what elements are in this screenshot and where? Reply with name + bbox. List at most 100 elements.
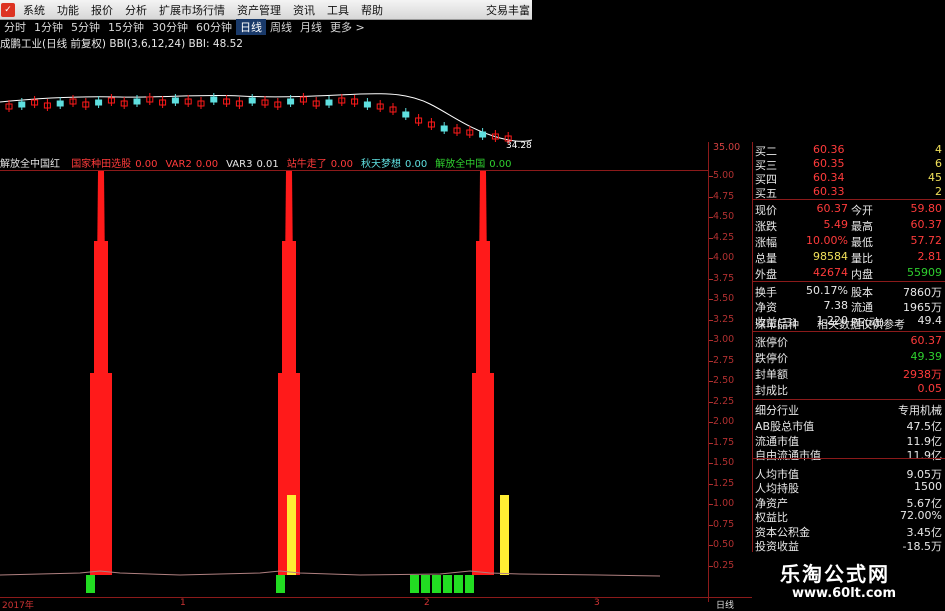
stats-value: 59.80	[910, 202, 943, 215]
menu-item-news[interactable]: 资讯	[287, 2, 321, 18]
fundamental-row: 自由流通市值 11.9亿	[753, 446, 944, 462]
indicator-value-label: VAR2	[165, 159, 192, 170]
order-volume: 4	[935, 143, 942, 156]
axis-tick-label: 4.00	[713, 252, 735, 263]
menu-item-tools[interactable]: 工具	[321, 2, 355, 18]
signal-bar-yellow	[500, 495, 509, 575]
order-price: 60.35	[813, 157, 845, 170]
period-tab-daily[interactable]: 日线	[236, 18, 266, 35]
signal-bar-yellow	[287, 495, 296, 575]
axis-tick-label: 2.75	[713, 354, 735, 366]
candle-body	[440, 125, 448, 132]
axis-tick-label: 2.00	[713, 416, 735, 427]
fundamental-label: 自由流通市值	[755, 449, 821, 462]
stock-title: 成鹏工业(日线 前复权)	[0, 38, 107, 50]
menu-item-extended-market[interactable]: 扩展市场行情	[153, 2, 231, 18]
candle-body	[133, 98, 141, 105]
menu-item-system[interactable]: 系统	[17, 2, 51, 18]
signal-bar-green	[86, 575, 95, 593]
candle-body	[363, 101, 371, 108]
limit-row: 跌停价 49.39	[753, 349, 944, 365]
limit-label: 封成比	[755, 384, 788, 397]
bbi-line	[0, 93, 532, 142]
fundamental-value: 72.00%	[900, 509, 942, 522]
industry-label: 细分行业	[755, 404, 799, 417]
candle-body	[18, 101, 26, 108]
stats-row: 现价 60.37 今开 59.80	[753, 201, 944, 217]
market-note: 相关数据仅供参考	[817, 318, 905, 331]
stats-label: 最低	[851, 236, 873, 249]
date-mark-1: 1	[180, 598, 186, 608]
indicator-value-number: 0.00	[489, 159, 512, 170]
stats-label: 最高	[851, 220, 873, 233]
menu-item-trade[interactable]: 交易丰富	[486, 2, 532, 18]
period-tab-60min[interactable]: 60分钟	[192, 19, 236, 35]
period-tab-15min[interactable]: 15分钟	[104, 19, 148, 35]
candle-body	[325, 99, 333, 106]
stats-label: 涨跌	[755, 220, 777, 233]
stats-row: 外盘 42674 内盘 55909	[753, 265, 944, 281]
indicator-header: 解放全中国红 国家种田选股 0.00 VAR2 0.00 VAR3 0.01 站牛走了 0.0…	[0, 155, 708, 171]
axis-tick-label: 3.50	[713, 293, 735, 304]
limit-label: 跌停价	[755, 352, 788, 365]
indicator-value-5: 解放全中国 0.00	[435, 159, 511, 170]
period-bar: 分时 1分钟 5分钟 15分钟 30分钟 60分钟 日线 周线 月线 更多 >	[0, 18, 532, 35]
candle-body	[402, 111, 410, 118]
indicator-value-number: 0.01	[256, 159, 279, 170]
stats-value: 2.81	[917, 250, 943, 263]
menu-item-quote[interactable]: 报价	[85, 2, 119, 18]
stats2-value: 50.17%	[806, 284, 848, 297]
menu-item-analysis[interactable]: 分析	[119, 2, 153, 18]
limit-value: 60.37	[910, 334, 943, 347]
stats-value: 42674	[813, 266, 848, 279]
indicator-value-label: 站牛走了	[286, 159, 327, 170]
candle-body	[210, 96, 218, 103]
indicator-value-label: 解放全中国	[435, 159, 486, 170]
indicator-value-1: VAR2 0.00	[165, 159, 218, 170]
menu-item-asset-management[interactable]: 资产管理	[231, 2, 287, 18]
axis-tick-label: 4.50	[713, 211, 735, 222]
value-axis: 35.00 5.00 4.75 4.50 4.25 4.00 3.75 3.50 3.25 3.…	[708, 142, 752, 602]
indicator-value-4: 秋天梦想 0.00	[361, 159, 427, 170]
indicator-value-number: 0.00	[195, 159, 219, 170]
indicator-chart-area[interactable]	[0, 170, 708, 603]
signal-bar-green	[432, 575, 441, 593]
low-price-label: 34.28	[506, 141, 532, 151]
period-tab-more[interactable]: 更多 >	[326, 19, 369, 35]
axis-tick-label: 1.75	[713, 436, 735, 448]
axis-tick-label: 1.50	[713, 457, 735, 468]
indicator-value-number: 0.00	[404, 159, 428, 170]
candles-group	[5, 93, 512, 144]
date-axis: 2017年 1 2 3 日线	[0, 597, 752, 611]
order-price: 60.34	[813, 171, 845, 184]
market-section-header: 深市品种 相关数据仅供参考	[753, 315, 944, 331]
candle-body	[171, 97, 179, 104]
period-tab-1min[interactable]: 1分钟	[30, 19, 67, 35]
kline-chart-area[interactable]: 成鹏工业(日线 前复权) BBI(3,6,12,24) BBI: 48.52 3…	[0, 34, 532, 152]
signal-bar-green	[443, 575, 452, 593]
indicator-values: 国家种田选股 0.00 VAR2 0.00 VAR3 0.01 站牛走了 0.00 秋天梦想 0.…	[63, 159, 511, 170]
indicator-value-label: 秋天梦想	[360, 159, 401, 170]
period-tab-intraday[interactable]: 分时	[0, 19, 30, 35]
period-tab-5min[interactable]: 5分钟	[67, 19, 104, 35]
menu-item-function[interactable]: 功能	[51, 2, 85, 18]
candle-body	[248, 97, 256, 104]
stats-label: 量比	[851, 252, 873, 265]
limit-row: 封单额 2938万	[753, 365, 944, 381]
axis-tick-label: 0.50	[713, 539, 735, 550]
period-tab-monthly[interactable]: 月线	[296, 19, 326, 35]
fundamental-value: 1500	[914, 480, 942, 493]
axis-tick-label: 5.00	[713, 170, 735, 181]
stats2-row: 换手 50.17% 股本 7860万	[753, 283, 944, 299]
period-tab-weekly[interactable]: 周线	[266, 19, 296, 35]
menu-item-help[interactable]: 帮助	[355, 2, 389, 18]
stats-value: 60.37	[910, 218, 943, 231]
indicator-name[interactable]: 解放全中国红	[0, 159, 60, 170]
axis-tick-label: 4.75	[713, 190, 735, 202]
quote-panel: 买二 60.36 4 买三 60.35 6 买四 60.34 45 买五 60.33 2 现价 60.3…	[752, 142, 945, 568]
stats-row: 涨跌 5.49 最高 60.37	[753, 217, 944, 233]
axis-tick-label: 0.25	[713, 559, 735, 571]
menu-bar: ✓ 系统 功能 报价 分析 扩展市场行情 资产管理 资讯 工具 帮助 交易丰富	[0, 0, 532, 20]
watermark: 乐淘公式网 www.60lt.com	[752, 552, 945, 609]
period-tab-30min[interactable]: 30分钟	[148, 19, 192, 35]
